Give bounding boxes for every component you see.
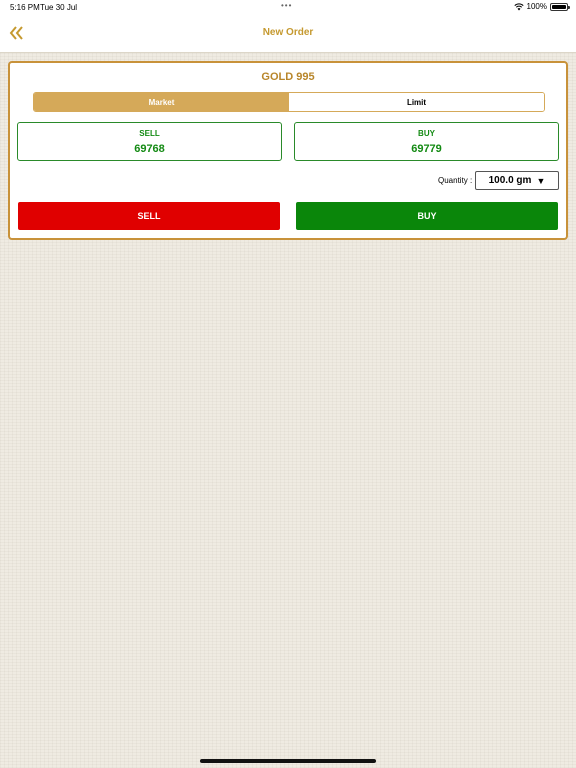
buy-price-box[interactable]: BUY 69779 xyxy=(294,122,559,161)
navigation-bar: New Order xyxy=(0,14,576,53)
dropdown-caret-icon: ▼ xyxy=(536,175,546,186)
buy-price-label: BUY xyxy=(418,129,435,138)
quantity-dropdown[interactable]: 100.0 gm ▼ xyxy=(475,171,559,190)
status-time: 5:16 PM xyxy=(10,3,40,12)
order-card: GOLD 995 Market Limit SELL 69768 BUY 697… xyxy=(8,61,568,240)
status-date: Tue 30 Jul xyxy=(40,3,78,12)
buy-price-value: 69779 xyxy=(411,143,442,155)
page-title: New Order xyxy=(262,27,314,38)
multitasking-dots[interactable]: ••• xyxy=(281,1,292,10)
order-type-limit[interactable]: Limit xyxy=(289,93,544,111)
buy-button[interactable]: BUY xyxy=(296,202,558,230)
sell-price-box[interactable]: SELL 69768 xyxy=(17,122,282,161)
battery-percent: 100% xyxy=(526,2,547,11)
order-type-market[interactable]: Market xyxy=(34,93,289,111)
order-type-segmented-control: Market Limit xyxy=(33,92,545,112)
instrument-title: GOLD 995 xyxy=(261,71,315,83)
wifi-icon xyxy=(513,3,524,10)
sell-price-label: SELL xyxy=(139,129,160,138)
quantity-value: 100.0 gm xyxy=(488,175,532,186)
quantity-label: Quantity : xyxy=(438,176,473,185)
status-right: 100% xyxy=(513,2,570,11)
sell-button[interactable]: SELL xyxy=(18,202,280,230)
status-bar: 5:16 PM Tue 30 Jul ••• 100% xyxy=(0,0,576,14)
sell-price-value: 69768 xyxy=(134,143,165,155)
battery-icon xyxy=(550,2,570,11)
home-indicator[interactable] xyxy=(200,759,376,763)
